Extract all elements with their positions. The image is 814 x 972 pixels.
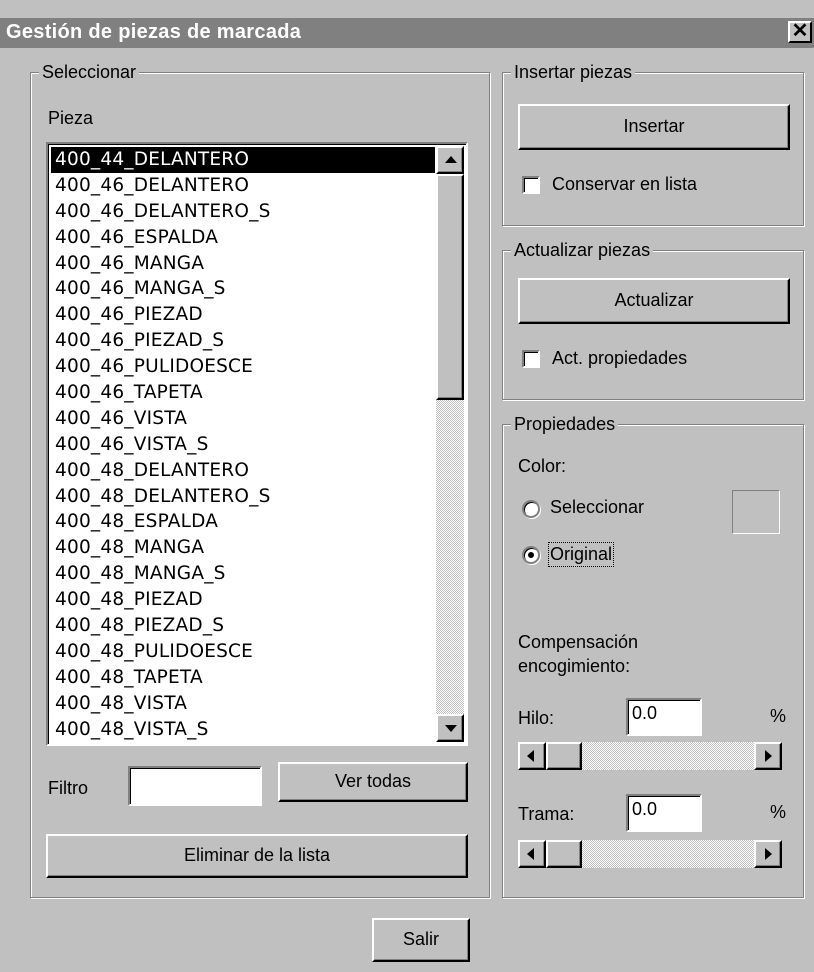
list-item[interactable]: 400_48_MANGA_S (51, 561, 435, 587)
act-propiedades-checkbox[interactable] (522, 350, 540, 368)
eliminar-button[interactable]: Eliminar de la lista (46, 834, 468, 878)
list-item[interactable]: 400_46_DELANTERO_S (51, 199, 435, 225)
hilo-label: Hilo: (518, 708, 555, 728)
color-swatch[interactable] (732, 490, 780, 534)
compensacion-label-2: encogimiento: (518, 656, 631, 676)
update-group: Actualizar piezas (502, 239, 804, 400)
trama-right-button[interactable] (754, 840, 782, 868)
insertar-label: Insertar (623, 116, 685, 136)
list-item[interactable]: 400_48_PIEZAD_S (51, 613, 435, 639)
radio-seleccionar[interactable] (522, 500, 540, 518)
pieces-listbox[interactable]: 400_44_DELANTERO 400_46_DELANTERO 400_46_D… (46, 142, 468, 746)
list-item[interactable]: 400_46_PIEZAD_S (51, 328, 435, 354)
list-item[interactable]: 400_48_DELANTERO (51, 458, 435, 484)
list-item[interactable]: 400_46_TAPETA (51, 380, 435, 406)
list-item[interactable]: 400_48_ESPALDA (51, 509, 435, 535)
list-item[interactable]: 400_48_PULIDOESCE (51, 639, 435, 665)
compensacion-label-1: Compensación (518, 632, 639, 652)
select-group-legend: Seleccionar (39, 61, 140, 83)
hilo-right-button[interactable] (754, 742, 782, 770)
arrow-left-icon (527, 750, 534, 762)
filter-label: Filtro (48, 778, 88, 798)
list-item[interactable]: 400_48_VISTA (51, 691, 435, 717)
list-item[interactable]: 400_46_VISTA (51, 406, 435, 432)
list-item[interactable]: 400_44_DELANTERO (51, 147, 435, 173)
list-item[interactable]: 400_48_VISTA_S (51, 717, 435, 743)
trama-slider[interactable] (518, 840, 782, 868)
props-group-legend: Propiedades (511, 413, 619, 435)
list-item[interactable]: 400_46_MANGA_S (51, 276, 435, 302)
actualizar-label: Actualizar (614, 290, 694, 310)
list-item[interactable]: 400_46_ESPALDA (51, 225, 435, 251)
trama-label: Trama: (518, 804, 575, 824)
arrow-up-icon (445, 156, 457, 163)
actualizar-button[interactable]: Actualizar (518, 278, 790, 324)
list-item[interactable]: 400_46_MANGA (51, 251, 435, 277)
hilo-percent: % (770, 706, 787, 726)
trama-input-value: 0.0 (632, 799, 658, 819)
filter-input[interactable] (128, 766, 262, 806)
arrow-down-icon (445, 725, 457, 732)
list-scroll-thumb[interactable] (436, 174, 464, 400)
insert-group-legend: Insertar piezas (511, 61, 636, 83)
list-item[interactable]: 400_48_DELANTERO_S (51, 484, 435, 510)
title-bar: Gestión de piezas de marcada ✕ (0, 18, 814, 48)
hilo-input[interactable]: 0.0 (626, 698, 702, 736)
list-item[interactable]: 400_46_PULIDOESCE (51, 354, 435, 380)
list-item[interactable]: 400_48_MANGA (51, 535, 435, 561)
conservar-label: Conservar en lista (552, 174, 698, 194)
window-title: Gestión de piezas de marcada (6, 21, 302, 43)
list-vertical-scrollbar[interactable] (436, 146, 464, 742)
conservar-checkbox[interactable] (522, 176, 540, 194)
close-icon: ✕ (791, 20, 809, 42)
radio-dot-icon (528, 552, 534, 558)
close-button[interactable]: ✕ (788, 21, 812, 43)
dialog-window: Gestión de piezas de marcada ✕ Seleccion… (0, 0, 814, 972)
ver-todas-label: Ver todas (334, 771, 412, 791)
arrow-right-icon (765, 750, 772, 762)
radio-original[interactable] (522, 546, 540, 564)
ver-todas-button[interactable]: Ver todas (278, 762, 468, 802)
arrow-right-icon (765, 848, 772, 860)
arrow-left-icon (527, 848, 534, 860)
hilo-slider-thumb[interactable] (546, 742, 582, 770)
trama-slider-thumb[interactable] (546, 840, 582, 868)
hilo-input-value: 0.0 (632, 703, 658, 723)
list-item[interactable]: 400_46_VISTA_S (51, 432, 435, 458)
scroll-down-button[interactable] (436, 714, 464, 742)
pieza-label: Pieza (48, 108, 94, 128)
hilo-left-button[interactable] (518, 742, 546, 770)
act-propiedades-label: Act. propiedades (552, 348, 688, 368)
eliminar-label: Eliminar de la lista (183, 845, 331, 865)
salir-button[interactable]: Salir (372, 918, 470, 962)
radio-seleccionar-label: Seleccionar (550, 497, 645, 517)
update-group-legend: Actualizar piezas (511, 239, 654, 261)
list-item[interactable]: 400_46_PIEZAD (51, 302, 435, 328)
pieces-list: 400_44_DELANTERO 400_46_DELANTERO 400_46_D… (51, 147, 435, 742)
list-item[interactable]: 400_46_DELANTERO (51, 173, 435, 199)
trama-input[interactable]: 0.0 (626, 794, 702, 832)
list-item[interactable]: 400_48_PIEZAD (51, 587, 435, 613)
color-label: Color: (518, 456, 567, 476)
trama-percent: % (770, 802, 787, 822)
radio-original-label: Original (547, 542, 615, 567)
trama-left-button[interactable] (518, 840, 546, 868)
hilo-slider[interactable] (518, 742, 782, 770)
insertar-button[interactable]: Insertar (518, 104, 790, 150)
scroll-up-button[interactable] (436, 146, 464, 174)
salir-label: Salir (402, 929, 439, 949)
list-item[interactable]: 400_48_TAPETA (51, 665, 435, 691)
